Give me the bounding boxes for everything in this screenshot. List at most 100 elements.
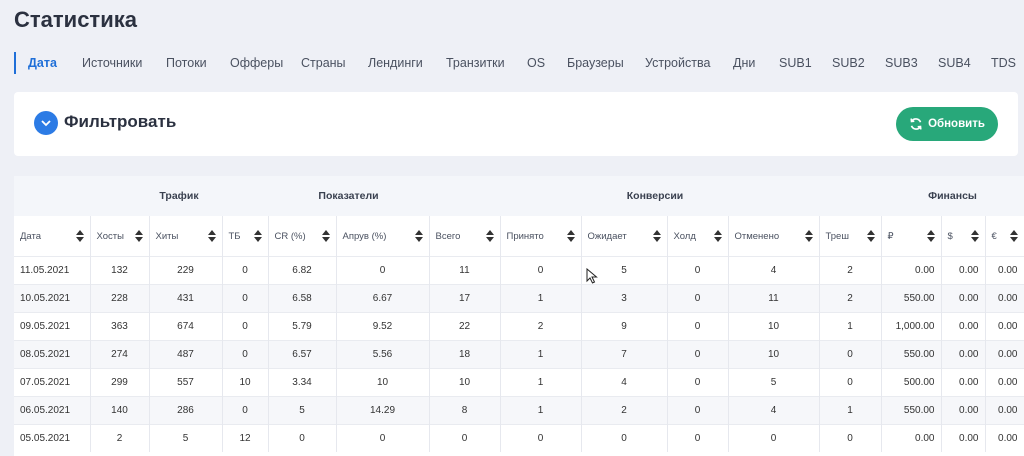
sort-icon[interactable] [253,230,262,242]
column-header-rub[interactable]: ₽ [881,216,942,257]
cell-total: 22 [429,312,501,341]
sort-icon[interactable] [134,230,143,242]
column-header-cr[interactable]: CR (%) [268,216,337,257]
column-header-label: $ [947,230,953,242]
sort-icon[interactable] [321,230,330,242]
cell-cr: 5 [268,396,337,425]
sort-icon[interactable] [713,230,722,242]
cell-hosts: 2 [90,424,150,452]
tab-offers[interactable]: Офферы [230,52,301,74]
group-traffic: Трафик [159,190,199,202]
cell-trash: 1 [819,312,882,341]
tab-sub2[interactable]: SUB2 [832,52,885,74]
cell-trash: 2 [819,284,882,313]
tab-tds[interactable]: TDS [991,52,1021,74]
cell-usd: 0.00 [941,368,986,397]
column-header-label: ТБ [228,230,241,242]
cell-accepted: 0 [500,256,582,285]
sort-icon[interactable] [926,230,935,242]
column-header-label: € [991,230,997,242]
cell-pending: 3 [581,284,668,313]
column-header-canceled[interactable]: Отменено [728,216,820,257]
cell-rub: 550.00 [881,396,942,425]
table-row[interactable]: 11.05.2021 132 229 0 6.82 0 11 0 5 0 4 2 0.00 0.00 0.0… [14,256,1024,285]
sort-icon[interactable] [414,230,423,242]
sort-icon[interactable] [1009,230,1018,242]
sort-icon[interactable] [970,230,979,242]
cell-trash: 1 [819,396,882,425]
tab-sub1[interactable]: SUB1 [779,52,832,74]
table-row[interactable]: 10.05.2021 228 431 0 6.58 6.67 17 1 3 0 11 2 550.00 0… [14,284,1024,313]
column-header-trash[interactable]: Треш [819,216,882,257]
cell-hosts: 363 [90,312,150,341]
sort-icon[interactable] [866,230,875,242]
cell-tb: 0 [222,312,269,341]
tab-browsers[interactable]: Браузеры [567,52,645,74]
table-row[interactable]: 05.05.2021 2 5 12 0 0 0 0 0 0 0 0 0.00 0.00 0.00 [14,424,1024,452]
tab-sub3[interactable]: SUB3 [885,52,938,74]
cell-tb: 12 [222,424,269,452]
cell-trash: 0 [819,368,882,397]
column-header-tb[interactable]: ТБ [222,216,269,257]
column-header-label: Треш [825,230,849,242]
refresh-button-label: Обновить [928,118,985,130]
tab-sub4[interactable]: SUB4 [938,52,991,74]
column-header-hold[interactable]: Холд [667,216,729,257]
sort-icon[interactable] [207,230,216,242]
tab-date[interactable]: Дата [14,52,82,74]
column-header-label: Принято [506,230,544,242]
column-header-total[interactable]: Всего [429,216,501,257]
cell-tb: 0 [222,284,269,313]
cell-rub: 0.00 [881,424,942,452]
tab-sources[interactable]: Источники [82,52,166,74]
filter-panel: Фильтровать Обновить [14,92,1018,156]
cell-eur: 0.00 [985,368,1024,397]
cell-hosts: 228 [90,284,150,313]
column-header-eur[interactable]: € [985,216,1024,257]
cell-hosts: 132 [90,256,150,285]
table-row[interactable]: 08.05.2021 274 487 0 6.57 5.56 18 1 7 0 10 0 550.00 0… [14,340,1024,369]
column-header-pending[interactable]: Ожидает [581,216,668,257]
tab-devices[interactable]: Устройства [645,52,733,74]
cell-pending: 4 [581,368,668,397]
filter-toggle-button[interactable] [34,111,58,135]
cell-canceled: 10 [728,340,820,369]
cell-accepted: 0 [500,424,582,452]
column-header-date[interactable]: Дата [14,216,91,257]
column-header-hosts[interactable]: Хосты [90,216,150,257]
refresh-button[interactable]: Обновить [896,107,998,141]
column-header-accepted[interactable]: Принято [500,216,582,257]
sort-icon[interactable] [485,230,494,242]
cell-accepted: 1 [500,396,582,425]
cell-hold: 0 [667,424,729,452]
cell-eur: 0.00 [985,284,1024,313]
cell-date: 10.05.2021 [14,284,91,313]
column-header-hits[interactable]: Хиты [149,216,223,257]
sort-icon[interactable] [804,230,813,242]
column-header-usd[interactable]: $ [941,216,986,257]
sort-icon[interactable] [652,230,661,242]
cell-total: 0 [429,424,501,452]
tab-landings[interactable]: Лендинги [368,52,446,74]
cell-canceled: 5 [728,368,820,397]
tab-transits[interactable]: Транзитки [446,52,527,74]
cell-tb: 0 [222,396,269,425]
column-header-label: Апрув (%) [342,230,387,242]
sort-icon[interactable] [75,230,84,242]
column-header-label: ₽ [887,230,894,242]
column-header-approve[interactable]: Апрув (%) [336,216,430,257]
cell-date: 06.05.2021 [14,396,91,425]
table-row[interactable]: 06.05.2021 140 286 0 5 14.29 8 1 2 0 4 1 550.00 0.00 0… [14,396,1024,425]
table-row[interactable]: 09.05.2021 363 674 0 5.79 9.52 22 2 9 0 10 1 1,000.0… [14,312,1024,341]
cell-date: 08.05.2021 [14,340,91,369]
cell-date: 09.05.2021 [14,312,91,341]
sort-icon[interactable] [566,230,575,242]
table-row[interactable]: 07.05.2021 299 557 10 3.34 10 10 1 4 0 5 0 500.00 0.0… [14,368,1024,397]
tab-countries[interactable]: Страны [301,52,368,74]
tab-os[interactable]: OS [527,52,567,74]
column-header-label: Дата [20,230,42,242]
tab-flows[interactable]: Потоки [166,52,230,74]
tab-days[interactable]: Дни [733,52,779,74]
column-header-label: Хосты [96,230,124,242]
cell-usd: 0.00 [941,396,986,425]
